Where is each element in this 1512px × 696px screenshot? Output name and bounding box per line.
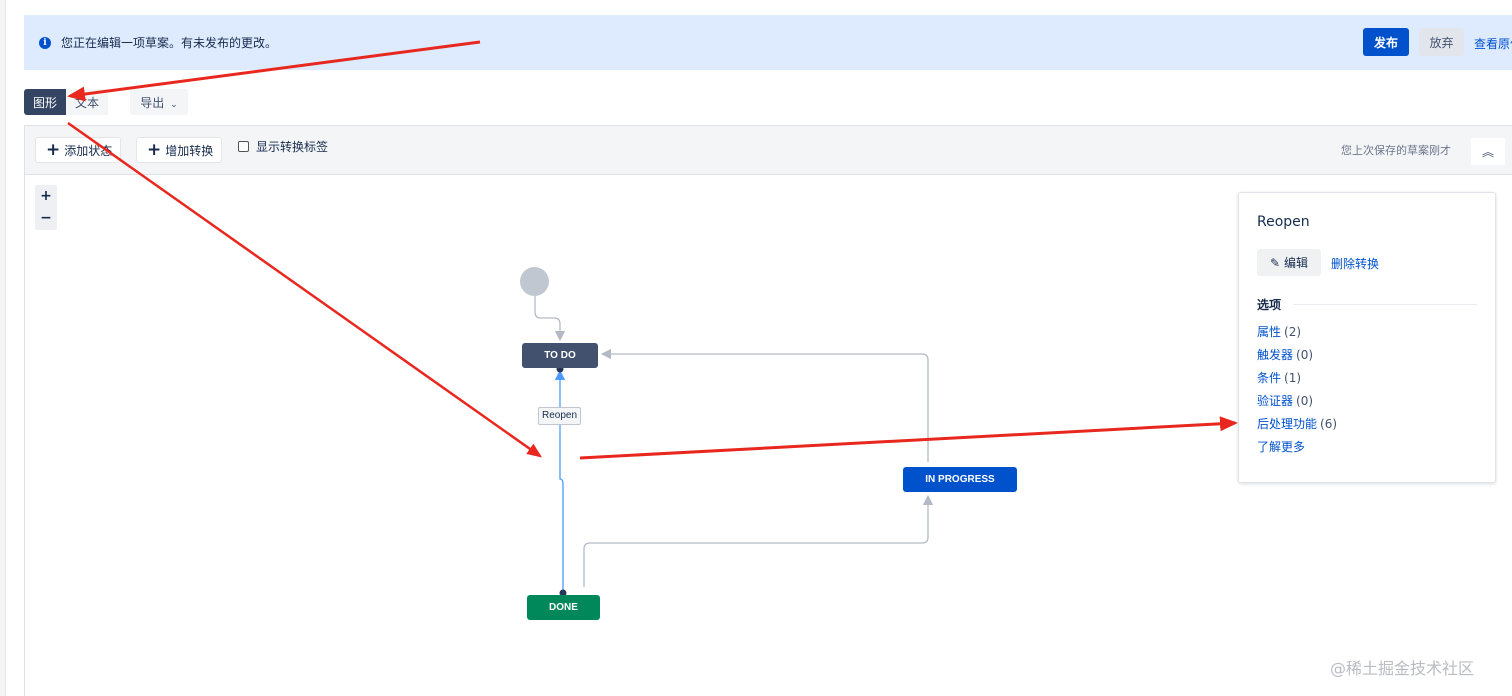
annotation-arrow [579,416,1238,460]
progress-to-todo-connector [600,348,929,462]
transition-panel: Reopen ✎ 编辑 删除转换 选项 属性 (2) 触发器 (0) 条件 (1) 验… [1238,192,1496,483]
edit-label: 编辑 [1284,256,1309,270]
option-count: (0) [1296,394,1314,408]
delete-transition-link[interactable]: 删除转换 [1331,255,1379,272]
option-properties[interactable]: 属性 (2) [1257,323,1301,340]
edit-button[interactable]: ✎ 编辑 [1257,249,1321,276]
status-done[interactable]: DONE [527,595,600,620]
option-count: (6) [1320,417,1338,431]
option-conditions[interactable]: 条件 (1) [1257,369,1301,386]
option-name[interactable]: 条件 [1257,371,1281,385]
option-count: (1) [1284,371,1302,385]
annotation-arrow [67,40,481,102]
done-to-progress-connector [583,494,934,587]
divider [1293,304,1477,305]
option-count: (0) [1296,348,1314,362]
option-post-functions[interactable]: 后处理功能 (6) [1257,415,1337,432]
start-connector [534,296,566,342]
pencil-icon: ✎ [1269,255,1281,270]
option-name[interactable]: 验证器 [1257,394,1293,408]
annotation-arrow [67,121,543,458]
status-in-progress[interactable]: IN PROGRESS [903,467,1017,492]
watermark: @稀土掘金技术社区 [1330,659,1475,678]
option-triggers[interactable]: 触发器 (0) [1257,346,1313,363]
option-name[interactable]: 属性 [1257,325,1281,339]
learn-more-link[interactable]: 了解更多 [1257,438,1305,455]
option-validators[interactable]: 验证器 (0) [1257,392,1313,409]
option-count: (2) [1284,325,1302,339]
option-name[interactable]: 触发器 [1257,348,1293,362]
start-node[interactable] [520,267,549,296]
options-heading: 选项 [1257,298,1282,312]
transition-label-reopen[interactable]: Reopen [538,407,582,425]
panel-title: Reopen [1257,214,1310,230]
option-name[interactable]: 后处理功能 [1257,417,1317,431]
status-todo[interactable]: TO DO [522,343,598,368]
